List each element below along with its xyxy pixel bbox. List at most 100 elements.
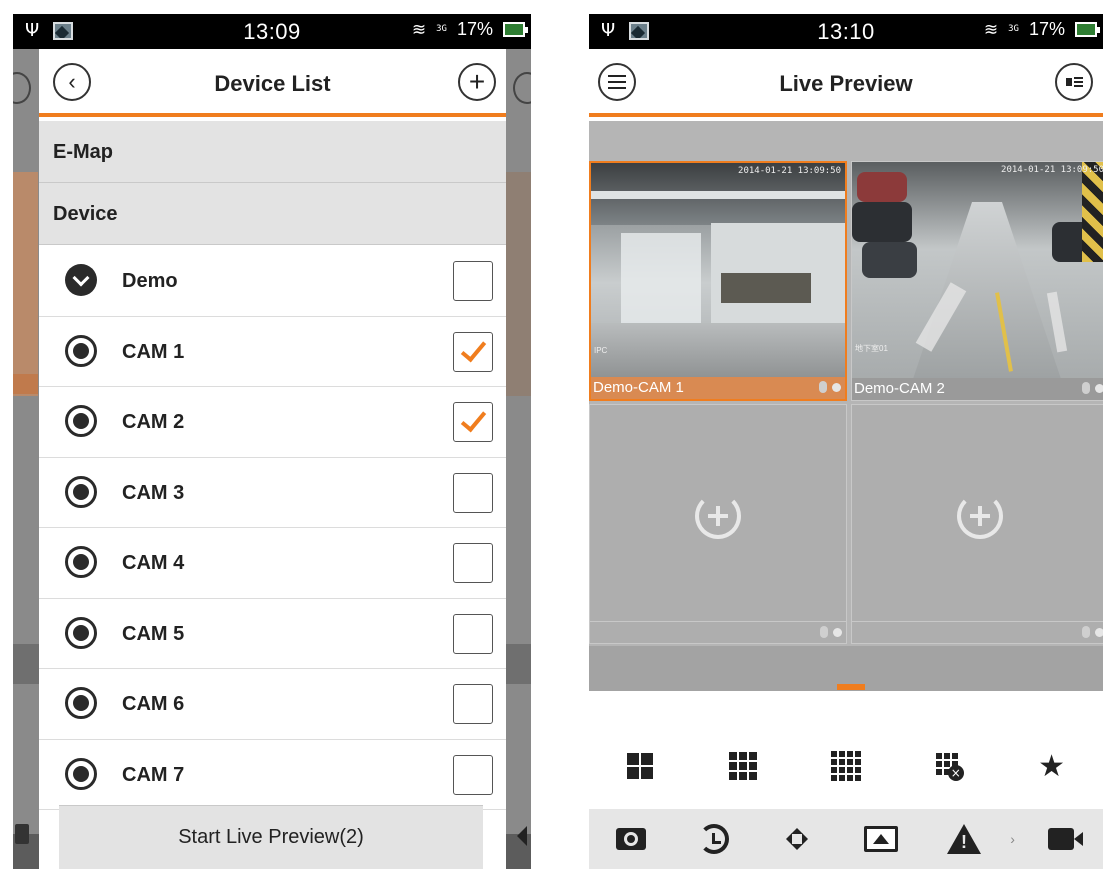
emap-section[interactable]: E-Map — [39, 121, 506, 183]
playback-icon — [698, 824, 729, 854]
device-list-screen: Ψ 13:09 ≋ 3G 17% ‹ Device List + E-Map D… — [13, 14, 531, 869]
device-checkbox[interactable] — [453, 261, 493, 301]
layout-9-button[interactable] — [692, 731, 795, 801]
ptz-button[interactable] — [756, 809, 839, 869]
alarm-button[interactable] — [922, 809, 1005, 869]
layout-4-button[interactable] — [589, 731, 692, 801]
layout-9-icon — [729, 752, 758, 780]
close-all-button[interactable]: × — [897, 731, 1000, 801]
device-row-cam1[interactable]: CAM 1 — [39, 316, 506, 387]
audio-icon — [820, 626, 828, 638]
favorite-button[interactable]: ★ — [1000, 731, 1103, 801]
device-checkbox[interactable] — [453, 684, 493, 724]
record-status-icon — [833, 628, 842, 637]
video-tile-empty[interactable] — [589, 404, 847, 644]
audio-icon — [1082, 626, 1090, 638]
wifi-icon: ≋ — [411, 19, 427, 40]
video-grid: 2014-01-21 13:09:50 IPC Demo-CAM 1 2014-… — [589, 121, 1103, 691]
device-list-header: ‹ Device List + — [39, 49, 506, 117]
playback-button[interactable] — [672, 809, 755, 869]
status-bar: Ψ 13:09 ≋ 3G 17% — [13, 14, 531, 49]
add-camera-icon[interactable] — [957, 493, 1003, 539]
bottom-toolbar: › — [589, 809, 1103, 869]
record-status-icon — [1095, 384, 1103, 393]
window-list-icon — [1065, 77, 1083, 87]
chevron-right-icon[interactable]: › — [1006, 831, 1020, 847]
page-title: Device List — [214, 71, 331, 96]
camera-icon — [65, 405, 97, 437]
tile-caption: Demo-CAM 2 — [852, 378, 1103, 400]
status-bar: Ψ 13:10 ≋ 3G 17% — [589, 14, 1103, 49]
snapshot-button[interactable] — [589, 809, 672, 869]
device-row-cam7[interactable]: CAM 7 — [39, 739, 506, 810]
camera-icon — [65, 757, 97, 790]
battery-percent: 17% — [1028, 19, 1065, 39]
add-device-button[interactable]: + — [458, 63, 496, 101]
video-tile-cam1[interactable]: 2014-01-21 13:09:50 IPC Demo-CAM 1 — [589, 161, 847, 401]
device-row-cam4[interactable]: CAM 4 — [39, 528, 506, 599]
layout-bar: × ★ — [589, 731, 1103, 801]
device-checkbox[interactable] — [453, 331, 493, 372]
start-live-preview-button[interactable]: Start Live Preview(2) — [59, 805, 483, 869]
device-list: Demo CAM 1 CAM 2 CAM 3 CAM 4 CAM 5 CAM 6… — [39, 246, 506, 810]
device-label: CAM 4 — [122, 552, 185, 574]
live-preview-header: Live Preview — [589, 49, 1103, 117]
device-label: CAM 1 — [122, 340, 185, 363]
background-record-icon — [517, 826, 527, 846]
record-status-icon — [832, 383, 841, 392]
video-timestamp: 2014-01-21 13:09:50 — [1001, 165, 1103, 175]
device-label: CAM 2 — [122, 411, 185, 433]
tile-caption-label: Demo-CAM 2 — [854, 380, 945, 397]
video-osd-label: 地下室01 — [855, 344, 888, 353]
video-feed: 2014-01-21 13:09:50 IPC — [591, 163, 845, 381]
tile-caption: Demo-CAM 1 — [591, 377, 845, 399]
ptz-arrows-icon — [782, 824, 812, 854]
camera-snapshot-icon — [615, 828, 646, 850]
expand-group-icon[interactable] — [65, 264, 97, 296]
battery-percent: 17% — [456, 19, 493, 39]
device-label: CAM 3 — [122, 481, 185, 504]
device-section[interactable]: Device — [39, 183, 506, 245]
plus-icon: + — [468, 66, 486, 97]
device-checkbox[interactable] — [453, 754, 493, 795]
record-button[interactable] — [1020, 809, 1103, 869]
device-label: CAM 7 — [122, 763, 185, 786]
device-checkbox[interactable] — [453, 543, 493, 583]
device-row-cam5[interactable]: CAM 5 — [39, 598, 506, 669]
close-all-icon: × — [935, 753, 964, 781]
background-tile-left — [13, 172, 38, 396]
video-record-icon — [1048, 828, 1084, 850]
device-row-cam3[interactable]: CAM 3 — [39, 457, 506, 528]
audio-icon — [819, 381, 827, 393]
video-osd-label: IPC — [594, 346, 608, 355]
audio-icon — [1082, 382, 1090, 394]
display-button[interactable] — [839, 809, 922, 869]
page-indicator — [837, 684, 865, 690]
layout-16-button[interactable] — [795, 731, 898, 801]
device-label: Demo — [122, 270, 178, 292]
device-row-demo[interactable]: Demo — [39, 246, 506, 317]
device-list-panel: ‹ Device List + E-Map Device Demo CAM 1 … — [39, 49, 506, 869]
add-camera-icon[interactable] — [695, 493, 741, 539]
camera-icon — [65, 546, 97, 578]
layout-16-icon — [830, 751, 861, 781]
wifi-icon: ≋ — [983, 19, 999, 40]
battery-icon — [1075, 22, 1100, 37]
video-tile-empty[interactable] — [851, 404, 1103, 644]
battery-icon — [503, 22, 528, 37]
network-3g-icon: 3G — [1008, 24, 1019, 34]
video-tile-cam2[interactable]: 2014-01-21 13:09:50 地下室01 Demo-CAM 2 — [851, 161, 1103, 401]
device-row-cam2[interactable]: CAM 2 — [39, 387, 506, 458]
video-feed: 2014-01-21 13:09:50 地下室01 — [852, 162, 1103, 382]
device-checkbox[interactable] — [453, 613, 493, 654]
display-icon — [863, 826, 898, 852]
device-row-cam6[interactable]: CAM 6 — [39, 669, 506, 740]
background-tile-right — [506, 172, 531, 396]
background-caption-strip — [13, 374, 38, 394]
network-3g-icon: 3G — [436, 24, 447, 34]
device-checkbox[interactable] — [453, 402, 493, 442]
camera-icon — [65, 334, 97, 367]
device-checkbox[interactable] — [453, 472, 493, 513]
window-list-button[interactable] — [1055, 63, 1093, 101]
warning-icon — [946, 824, 981, 854]
